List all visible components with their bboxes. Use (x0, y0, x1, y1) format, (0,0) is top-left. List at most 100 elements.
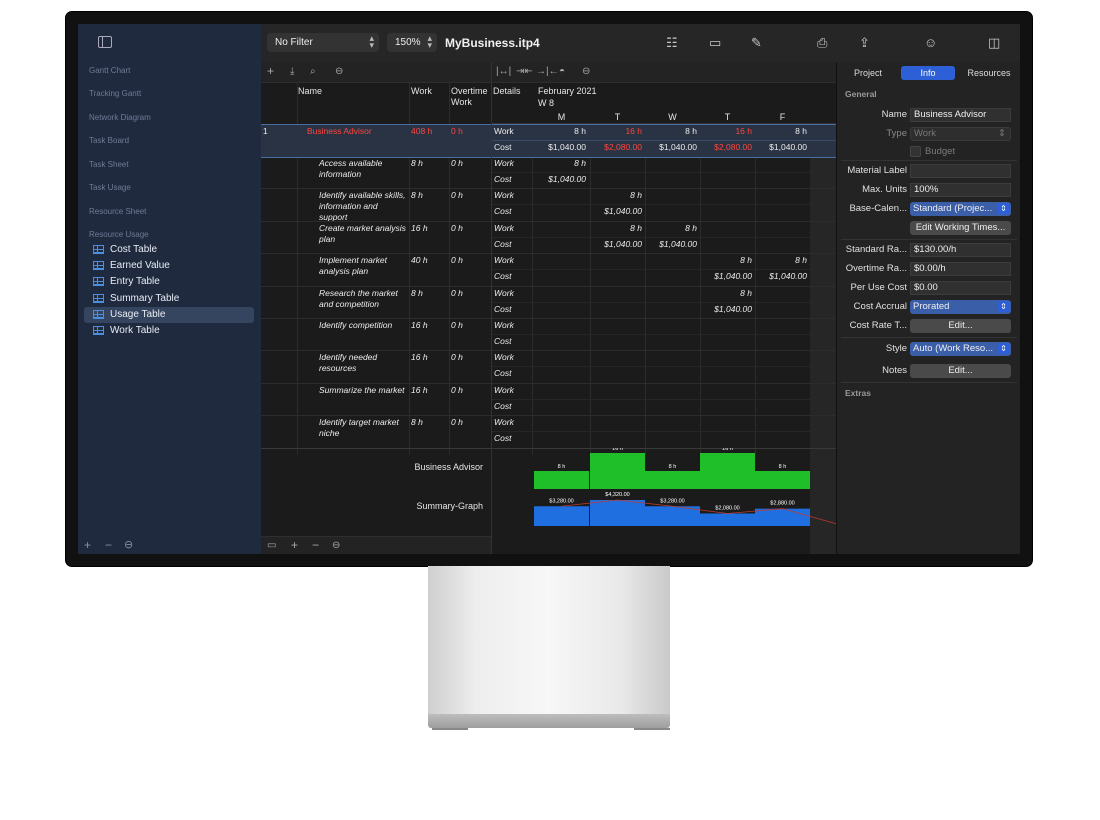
task-work-value: 8 h (685, 222, 697, 233)
stand-foot (432, 728, 468, 730)
zoom-fit-icon[interactable]: |↔| (496, 66, 511, 77)
sidebar-view-gantt-chart[interactable]: Gantt Chart (89, 66, 130, 75)
sidebar-item-usage-table[interactable]: Usage Table (84, 306, 254, 323)
add-icon[interactable]: + (84, 538, 91, 552)
brush-icon[interactable]: ✎ (751, 35, 762, 51)
base-calendar-popup[interactable]: Standard (Projec... ⇕ (910, 202, 1011, 216)
sidebar-item-cost-table[interactable]: Cost Table (84, 242, 254, 258)
share-icon[interactable]: ⇪ (859, 35, 870, 51)
window-icon[interactable]: ▭ (709, 35, 721, 51)
budget-label: Budget (925, 146, 956, 157)
split-view-icon[interactable]: ▭ (267, 540, 276, 551)
day-divider (590, 124, 591, 455)
col-overtime-header[interactable]: Overtime Work (451, 86, 489, 108)
base-calendar-label: Base-Calen... (849, 203, 907, 214)
sidebar-item-work-table[interactable]: Work Table (84, 323, 254, 339)
name-field[interactable]: Business Advisor (910, 108, 1011, 122)
day-header: M (557, 112, 566, 122)
budget-checkbox[interactable] (910, 146, 921, 157)
task-overtime: 0 h (451, 190, 463, 201)
col-name-header[interactable]: Name (298, 86, 336, 97)
sidebar-view-task-board[interactable]: Task Board (89, 136, 129, 145)
options-icon[interactable]: ⊖ (335, 66, 343, 77)
sidebar-view-task-sheet[interactable]: Task Sheet (89, 160, 129, 169)
monitor-stand-base (428, 714, 670, 728)
tab-info[interactable]: Info (901, 66, 955, 80)
sliders-icon[interactable]: ☷ (666, 35, 678, 51)
overtime-rate-field[interactable]: $0.00/h (910, 262, 1011, 276)
work-bar-label: 8 h (779, 464, 787, 470)
sidebar-item-label: Entry Table (110, 276, 160, 288)
task-name: Summarize the market (319, 384, 405, 395)
task-overtime: 0 h (451, 417, 463, 428)
notes-edit-button[interactable]: Edit... (910, 364, 1011, 378)
detail-work-label: Work (494, 384, 514, 395)
sidebar-view-tracking-gantt[interactable]: Tracking Gantt (89, 89, 141, 98)
detail-work-label: Work (494, 222, 514, 233)
add-row-icon[interactable]: + (267, 64, 274, 78)
col-work-header[interactable]: Work (411, 86, 449, 97)
inspector-toggle-icon[interactable]: ◫ (988, 35, 1000, 51)
sidebar-item-label: Usage Table (110, 308, 166, 320)
options-icon[interactable]: ⊖ (124, 538, 133, 551)
style-label: Style (885, 343, 907, 354)
standard-rate-field[interactable]: $130.00/h (910, 243, 1011, 257)
divider (841, 382, 1017, 383)
row-divider (492, 301, 837, 303)
go-to-today-icon[interactable]: →|← (536, 66, 559, 77)
cost-bar (534, 505, 589, 526)
month-header: February 2021 (538, 86, 597, 96)
task-name: Identify needed resources (319, 352, 378, 374)
style-popup[interactable]: Auto (Work Reso... ⇕ (910, 342, 1011, 356)
indent-icon[interactable]: ⤓ (290, 66, 294, 77)
per-use-cost-field[interactable]: $0.00 (910, 281, 1011, 295)
sidebar-view-task-usage[interactable]: Task Usage (89, 183, 131, 192)
sidebar-item-earned-value[interactable]: Earned Value (84, 258, 254, 274)
cost-rate-edit-button[interactable]: Edit... (910, 319, 1011, 333)
cost-accrual-popup[interactable]: Prorated ⇕ (910, 300, 1011, 314)
task-work: 8 h (411, 287, 423, 298)
task-overtime: 0 h (451, 158, 463, 168)
detail-cost-label: Cost (494, 142, 512, 152)
search-icon[interactable]: ⌕ (310, 66, 316, 77)
sidebar-view-resource-usage[interactable]: Resource Usage (89, 230, 149, 239)
task-name: Create market analysis plan (319, 222, 406, 244)
feedback-smiley-icon[interactable]: ☺ (924, 35, 937, 50)
remove-icon[interactable]: − (312, 538, 319, 552)
cost-accrual-value: Prorated (913, 301, 950, 312)
resource-graph: 8 h 16 h 8 h 16 h 8 h $3,280.00 $4,320.00 $3,28… (534, 448, 837, 526)
zoom-in-icon[interactable]: ⇥⇤ (516, 66, 533, 77)
edit-working-times-button[interactable]: Edit Working Times... (910, 221, 1011, 235)
task-cost-value: $1,040.00 (604, 238, 642, 249)
sidebar-item-entry-table[interactable]: Entry Table (84, 274, 254, 290)
add-icon[interactable]: + (291, 538, 298, 552)
options-icon[interactable]: ⊖ (332, 540, 340, 551)
max-units-field[interactable]: 100% (910, 183, 1011, 197)
material-label-field[interactable] (910, 164, 1011, 178)
type-popup[interactable]: Work ⇕ (910, 127, 1011, 141)
zoom-popup[interactable]: 150% ▴ ▾ (387, 33, 437, 52)
sidebar-view-resource-sheet[interactable]: Resource Sheet (89, 207, 146, 216)
filter-popup[interactable]: No Filter ▴ ▾ (267, 33, 379, 52)
cost-rate-table-label: Cost Rate T... (849, 320, 907, 331)
sidebar-view-network-diagram[interactable]: Network Diagram (89, 113, 151, 122)
detail-work-label: Work (494, 158, 514, 168)
remove-icon[interactable]: − (105, 538, 112, 552)
col-details-header[interactable]: Details (493, 86, 521, 96)
progress-icon[interactable]: ◓ (559, 66, 565, 77)
tab-project[interactable]: Project (843, 66, 893, 80)
task-overtime: 0 h (451, 384, 463, 395)
chevron-updown-icon: ▴ ▾ (427, 33, 432, 50)
sidebar-toggle-icon[interactable] (98, 36, 112, 48)
sidebar-item-summary-table[interactable]: Summary Table (84, 291, 254, 307)
timescale-grid: |↔| ⇥⇤ →|← ◓ ⊖ Details February 2021 W 8M T… (491, 62, 837, 554)
detail-cost-label: Cost (494, 336, 512, 346)
detail-cost-label: Cost (494, 174, 512, 184)
options-icon[interactable]: ⊖ (582, 66, 590, 77)
day-header: W (668, 112, 677, 122)
tab-resources[interactable]: Resources (961, 66, 1017, 80)
table-toolbar: + ⤓ ⌕ ⊖ (261, 62, 491, 83)
print-icon[interactable]: ⎙ (817, 35, 827, 51)
day-divider (645, 124, 646, 455)
row-divider (492, 236, 837, 238)
